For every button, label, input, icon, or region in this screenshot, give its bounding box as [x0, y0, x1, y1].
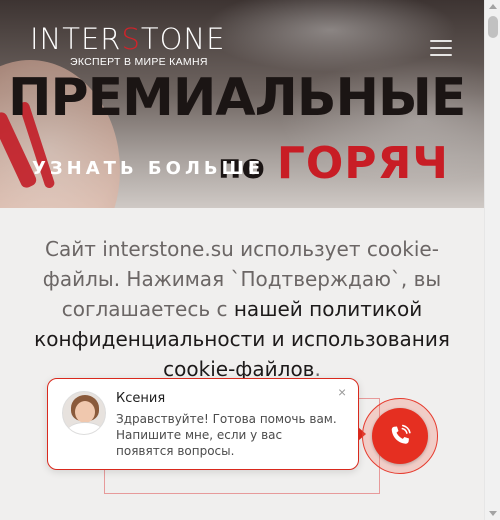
hamburger-menu-icon[interactable] [430, 40, 452, 56]
promo-hot-word: ГОРЯЧ [276, 138, 449, 189]
hero-headline: ПРЕМИАЛЬНЫЕ [8, 68, 466, 128]
chat-message: Здравствуйте! Готова помочь вам. Напишит… [116, 412, 337, 458]
learn-more-button[interactable]: УЗНАТЬ БОЛЬШЕ [32, 158, 264, 179]
hero-banner: INTERSTONE ЭКСПЕРТ В МИРЕ КАМНЯ ПРЕМИАЛЬ… [0, 0, 484, 208]
scroll-down-arrow-icon[interactable] [489, 511, 497, 516]
scroll-up-arrow-icon[interactable] [489, 4, 497, 9]
logo-accent-letter: S [121, 22, 141, 56]
agent-avatar [62, 391, 106, 435]
logo-tagline: ЭКСПЕРТ В МИРЕ КАМНЯ [70, 56, 208, 68]
call-button[interactable] [372, 408, 428, 464]
phone-icon [391, 424, 411, 444]
scroll-thumb[interactable] [488, 16, 498, 38]
site-logo[interactable]: INTERSTONE ЭКСПЕРТ В МИРЕ КАМНЯ [30, 24, 225, 68]
logo-part-1: INTER [30, 22, 122, 56]
chat-agent-name: Ксения [116, 391, 166, 406]
close-icon[interactable]: × [338, 385, 346, 399]
chat-popup[interactable]: Ксения Здравствуйте! Готова помочь вам. … [47, 378, 366, 470]
page-scrollbar[interactable] [484, 0, 500, 520]
logo-text: INTERSTONE [30, 24, 225, 54]
cookie-notice: Сайт interstone.su использует cookie-фай… [0, 208, 484, 520]
logo-part-2: TONE [140, 22, 226, 56]
cookie-text: Сайт interstone.su использует cookie-фай… [14, 234, 470, 384]
